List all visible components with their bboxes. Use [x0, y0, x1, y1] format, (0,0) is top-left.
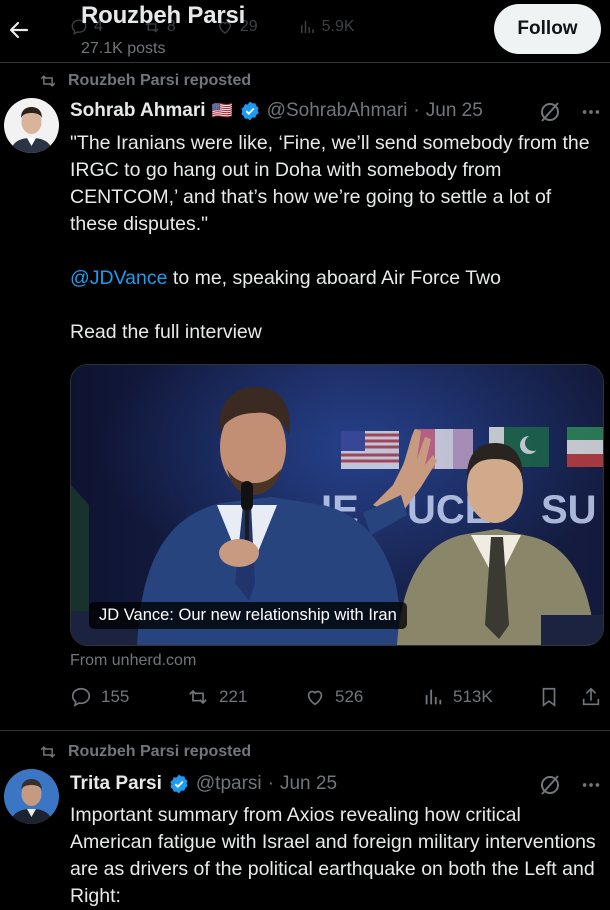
repost-indicator: Rouzbeh Parsi reposted — [38, 72, 251, 90]
author-line: Trita Parsi @tparsi · Jun 25 — [70, 773, 337, 795]
repost-count: 221 — [219, 687, 248, 706]
reply-icon — [70, 686, 92, 708]
share-icon — [580, 686, 602, 708]
author-name[interactable]: Trita Parsi — [70, 773, 162, 795]
views-icon — [298, 18, 316, 36]
link-card[interactable]: IE UCE SU JD Vance: Our new relationship… — [70, 364, 604, 646]
repost-button[interactable]: 221 — [186, 686, 247, 708]
grok-icon[interactable] — [538, 100, 562, 124]
profile-name: Rouzbeh Parsi — [81, 2, 246, 29]
repost-label: Rouzbeh Parsi reposted — [68, 743, 252, 760]
follow-button[interactable]: Follow — [494, 4, 601, 54]
heart-icon — [304, 686, 326, 708]
more-icon[interactable] — [580, 101, 602, 123]
repost-icon — [186, 686, 210, 708]
svg-text:SU: SU — [541, 488, 597, 532]
view-count: 513K — [453, 687, 493, 706]
post-text: Important summary from Axios revealing h… — [70, 802, 602, 910]
author-name[interactable]: Sohrab Ahmari — [70, 100, 206, 122]
reply-count: 155 — [101, 687, 130, 706]
post-paragraph: Important summary from Axios revealing h… — [70, 804, 596, 907]
post[interactable]: Rouzbeh Parsi reposted Sohrab Ahmari 🇺🇸 … — [0, 62, 610, 731]
like-button[interactable]: 526 — [304, 686, 363, 708]
reply-button[interactable]: 155 — [70, 686, 129, 708]
repost-indicator: Rouzbeh Parsi reposted — [38, 743, 251, 761]
author-handle[interactable]: @SohrabAhmari — [267, 100, 408, 122]
separator-dot: · — [267, 773, 274, 794]
more-icon[interactable] — [580, 774, 602, 796]
repost-icon — [38, 72, 58, 90]
post-top-icons — [538, 773, 602, 797]
grok-icon[interactable] — [538, 773, 562, 797]
post-count: 27.1K posts — [81, 40, 166, 57]
post-actions: 155 221 526 513K — [70, 686, 602, 716]
profile-header: 4 8 29 5.9K Rouzbeh Parsi 27.1K posts Fo… — [0, 0, 610, 63]
link-source[interactable]: From unherd.com — [70, 652, 196, 670]
like-count: 526 — [335, 687, 364, 706]
bookmark-icon — [538, 686, 560, 708]
back-button[interactable] — [6, 10, 32, 50]
avatar[interactable] — [4, 98, 59, 153]
author-line: Sohrab Ahmari 🇺🇸 @SohrabAhmari · Jun 25 — [70, 100, 483, 122]
avatar[interactable] — [4, 769, 59, 824]
post-paragraph-quote: "The Iranians were like, ‘Fine, we’ll se… — [70, 132, 590, 235]
flag-emoji: 🇺🇸 — [211, 101, 233, 120]
mention-link[interactable]: @JDVance — [70, 267, 167, 289]
ghost-views: 5.9K — [321, 18, 355, 35]
author-handle[interactable]: @tparsi — [196, 773, 262, 795]
post-text: "The Iranians were like, ‘Fine, we’ll se… — [70, 130, 602, 346]
bookmark-button[interactable] — [538, 686, 560, 708]
post-date[interactable]: Jun 25 — [280, 773, 337, 795]
views-icon — [422, 686, 444, 708]
separator-dot: · — [413, 100, 420, 121]
arrow-left-icon — [7, 18, 31, 42]
views-button[interactable]: 513K — [422, 686, 493, 708]
verified-badge-icon[interactable] — [168, 773, 190, 795]
post-paragraph-attribution: @JDVance to me, speaking aboard Air Forc… — [70, 265, 602, 292]
post-date[interactable]: Jun 25 — [426, 100, 483, 122]
repost-icon — [38, 743, 58, 761]
verified-badge-icon[interactable] — [239, 100, 261, 122]
share-button[interactable] — [580, 686, 602, 708]
attribution-text: to me, speaking aboard Air Force Two — [167, 267, 501, 289]
post-top-icons — [538, 100, 602, 124]
link-card-title: JD Vance: Our new relationship with Iran — [89, 602, 407, 629]
post[interactable]: Rouzbeh Parsi reposted Trita Parsi @tpar… — [0, 731, 610, 907]
repost-label: Rouzbeh Parsi reposted — [68, 72, 252, 89]
post-paragraph-cta: Read the full interview — [70, 321, 262, 343]
